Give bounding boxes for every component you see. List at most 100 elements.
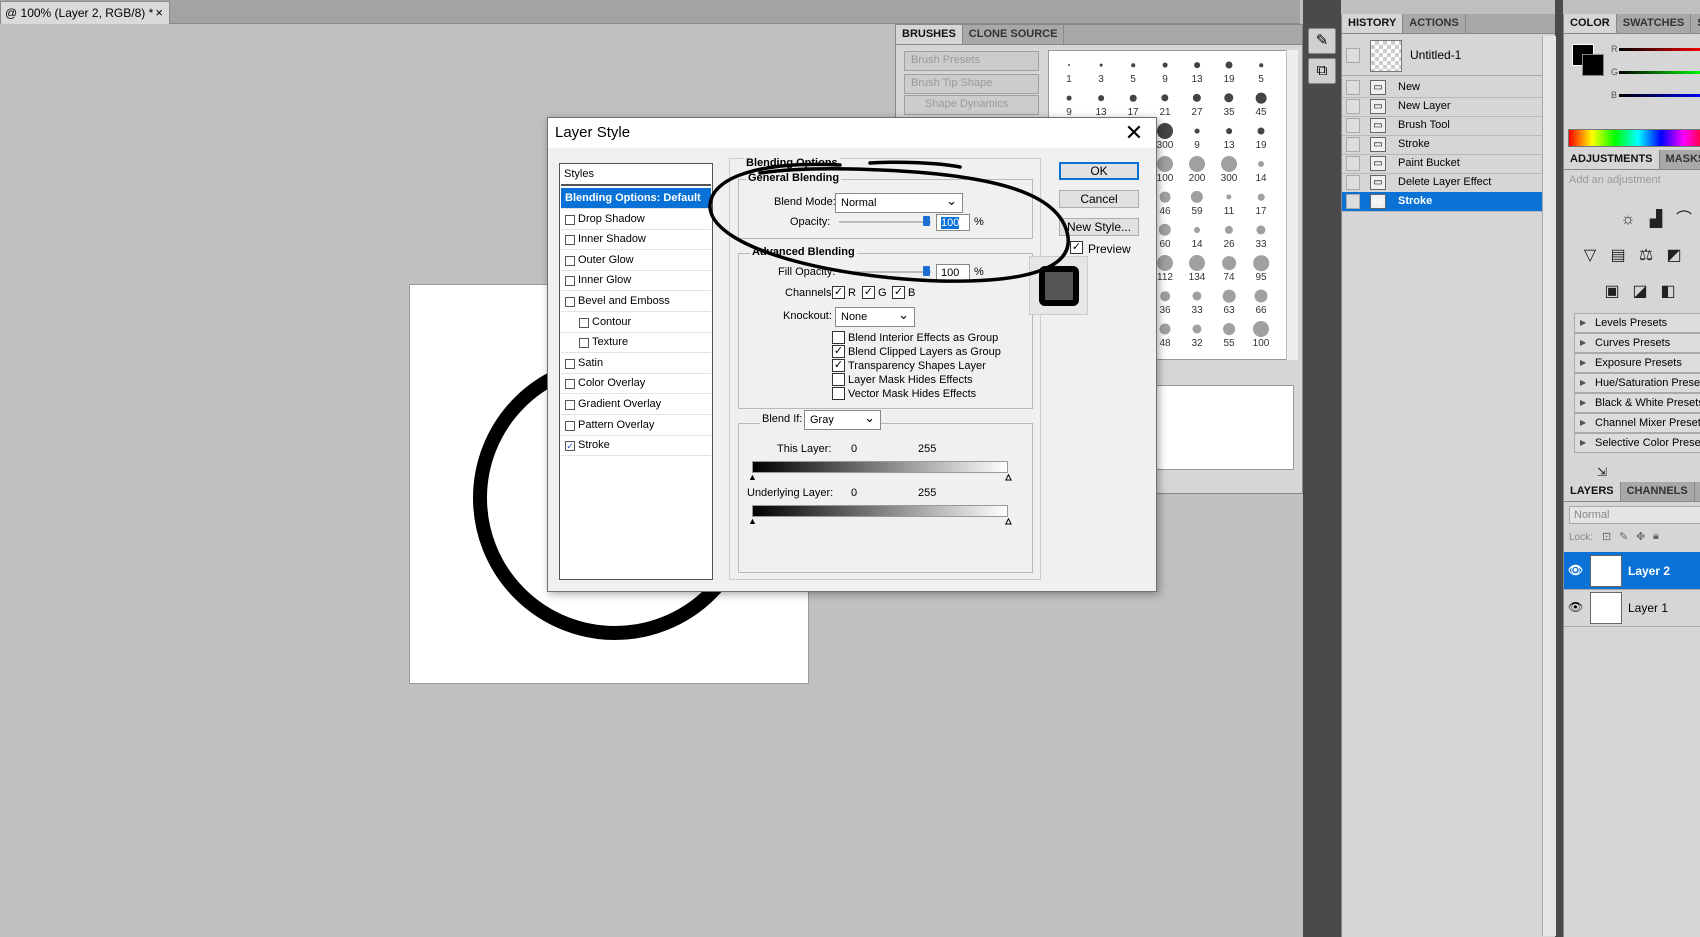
levels-icon[interactable]: ▟ xyxy=(1644,208,1668,232)
history-item[interactable]: ▭ Brush Tool xyxy=(1342,116,1542,136)
clone-source-icon[interactable]: ⧉ xyxy=(1308,58,1336,84)
tab-history[interactable]: HISTORY xyxy=(1342,14,1404,33)
red-slider[interactable] xyxy=(1619,48,1700,51)
tab-adjustments[interactable]: ADJUSTMENTS xyxy=(1564,150,1660,169)
brush-preset-cell[interactable]: 13 xyxy=(1085,86,1117,118)
advanced-option-checkbox[interactable] xyxy=(832,387,845,400)
brush-preset-cell[interactable]: 5 xyxy=(1245,53,1277,85)
this-layer-white-slider[interactable]: ▲ xyxy=(1004,472,1014,483)
style-checkbox[interactable] xyxy=(565,358,575,369)
layer-blend-mode-select[interactable]: Normal xyxy=(1569,506,1700,524)
brush-grid-scrollbar[interactable] xyxy=(1286,50,1298,360)
style-item[interactable]: Drop Shadow xyxy=(561,209,711,230)
tab-brushes[interactable]: BRUSHES xyxy=(896,25,963,44)
history-source-toggle[interactable] xyxy=(1346,175,1360,190)
brush-preset-cell[interactable]: 134 xyxy=(1181,251,1213,283)
brush-preset-cell[interactable]: 100 xyxy=(1245,317,1277,349)
tab-channels[interactable]: CHANNELS xyxy=(1621,482,1695,501)
brush-preset-cell[interactable]: 27 xyxy=(1181,86,1213,118)
style-item[interactable]: ✓ Stroke xyxy=(561,435,711,457)
history-source-toggle[interactable] xyxy=(1346,99,1360,114)
tab-color[interactable]: COLOR xyxy=(1564,14,1617,33)
history-item[interactable]: ▭ Paint Bucket xyxy=(1342,154,1542,174)
style-item[interactable]: Gradient Overlay xyxy=(561,394,711,415)
brush-preset-picker-icon[interactable]: ✎ xyxy=(1308,28,1336,54)
tab-clone-source[interactable]: CLONE SOURCE xyxy=(963,25,1065,44)
document-tab[interactable]: @ 100% (Layer 2, RGB/8) * × xyxy=(0,1,170,24)
layer-row[interactable]: 👁︎ Layer 1 xyxy=(1564,589,1700,627)
style-checkbox[interactable] xyxy=(565,420,575,431)
color-balance-icon[interactable]: ⚖ xyxy=(1634,244,1658,268)
history-source-toggle[interactable] xyxy=(1346,194,1360,209)
brightness-contrast-icon[interactable]: ☼ xyxy=(1616,208,1640,232)
brush-preset-cell[interactable]: 9 xyxy=(1181,119,1213,151)
brush-preset-cell[interactable]: 45 xyxy=(1245,86,1277,118)
adjustment-preset-row[interactable]: Curves Presets xyxy=(1574,333,1700,353)
underlying-black-slider[interactable]: ▲ xyxy=(748,516,757,526)
tab-layers[interactable]: LAYERS xyxy=(1564,482,1621,501)
underlying-white-slider[interactable]: ▲ xyxy=(1004,516,1014,527)
style-checkbox[interactable] xyxy=(565,235,575,246)
history-item[interactable]: ▭ New Layer xyxy=(1342,97,1542,117)
brush-preset-cell[interactable]: 13 xyxy=(1181,53,1213,85)
lock-pixels-icon[interactable]: ⊡ xyxy=(1602,530,1611,543)
curves-icon[interactable]: ⌒ xyxy=(1672,208,1696,232)
advanced-option-checkbox[interactable] xyxy=(832,331,845,344)
style-checkbox[interactable] xyxy=(565,276,575,287)
advanced-option-checkbox[interactable]: ✓ xyxy=(832,345,845,358)
history-item[interactable]: ▭ Stroke xyxy=(1342,192,1542,212)
brush-tip-shape-item[interactable]: Brush Tip Shape xyxy=(904,74,1039,94)
adjustment-preset-row[interactable]: Exposure Presets xyxy=(1574,353,1700,373)
vibrance-icon[interactable]: ▽ xyxy=(1578,244,1602,268)
style-checkbox[interactable] xyxy=(579,338,589,349)
shape-dynamics-item[interactable]: Shape Dynamics xyxy=(904,95,1039,115)
background-color-swatch[interactable] xyxy=(1582,54,1604,76)
brush-preset-cell[interactable]: 14 xyxy=(1245,152,1277,184)
style-item[interactable]: Satin xyxy=(561,353,711,374)
brush-preset-cell[interactable]: 200 xyxy=(1181,152,1213,184)
history-source-toggle[interactable] xyxy=(1346,80,1360,95)
style-checkbox[interactable] xyxy=(565,400,575,410)
brush-preset-cell[interactable]: 19 xyxy=(1213,53,1245,85)
brush-preset-cell[interactable]: 14 xyxy=(1181,218,1213,250)
brush-preset-cell[interactable]: 95 xyxy=(1245,251,1277,283)
return-to-adjustments-icon[interactable]: ⇲ xyxy=(1590,460,1614,484)
blue-slider[interactable] xyxy=(1619,94,1700,97)
brush-preset-cell[interactable]: 5 xyxy=(1117,53,1149,85)
brush-presets-item[interactable]: Brush Presets xyxy=(904,51,1039,71)
style-item[interactable]: Color Overlay xyxy=(561,373,711,395)
style-checkbox[interactable] xyxy=(565,297,575,307)
lock-all-icon[interactable]: 🔒︎ xyxy=(1653,530,1659,543)
tab-styles[interactable]: STY xyxy=(1691,14,1700,33)
style-checkbox[interactable] xyxy=(565,255,575,266)
history-item[interactable]: ▭ Delete Layer Effect xyxy=(1342,173,1542,193)
adjustment-preset-row[interactable]: Selective Color Presets xyxy=(1574,433,1700,453)
brush-preset-cell[interactable]: 1 xyxy=(1053,53,1085,85)
brush-preset-cell[interactable]: 9 xyxy=(1053,86,1085,118)
style-item[interactable]: Texture xyxy=(561,332,711,354)
green-slider[interactable] xyxy=(1619,71,1700,74)
adjustment-preset-row[interactable]: Black & White Presets xyxy=(1574,393,1700,413)
brush-preset-cell[interactable]: 17 xyxy=(1245,185,1277,217)
brush-preset-cell[interactable]: 3 xyxy=(1085,53,1117,85)
brush-preset-cell[interactable]: 66 xyxy=(1245,284,1277,316)
brush-preset-cell[interactable]: 13 xyxy=(1213,119,1245,151)
tab-actions[interactable]: ACTIONS xyxy=(1403,14,1466,33)
style-checkbox[interactable]: ✓ xyxy=(565,441,575,452)
brush-preset-cell[interactable]: 33 xyxy=(1181,284,1213,316)
style-item[interactable]: Outer Glow xyxy=(561,250,711,271)
brush-preset-cell[interactable]: 19 xyxy=(1245,119,1277,151)
threshold-icon[interactable]: ◧ xyxy=(1656,280,1680,304)
this-layer-black-slider[interactable]: ▲ xyxy=(748,472,757,482)
brush-preset-cell[interactable]: 26 xyxy=(1213,218,1245,250)
style-item[interactable]: Blending Options: Default xyxy=(561,188,711,209)
black-white-icon[interactable]: ◩ xyxy=(1662,244,1686,268)
brush-preset-cell[interactable]: 35 xyxy=(1213,86,1245,118)
style-checkbox[interactable] xyxy=(565,379,575,390)
adjustment-preset-row[interactable]: Hue/Saturation Presets xyxy=(1574,373,1700,393)
style-item[interactable]: Contour xyxy=(561,312,711,333)
styles-header[interactable]: Styles xyxy=(561,164,711,186)
knockout-select[interactable]: None xyxy=(835,307,915,327)
brush-preset-cell[interactable]: 9 xyxy=(1149,53,1181,85)
lock-brush-icon[interactable]: ✎ xyxy=(1619,530,1628,543)
